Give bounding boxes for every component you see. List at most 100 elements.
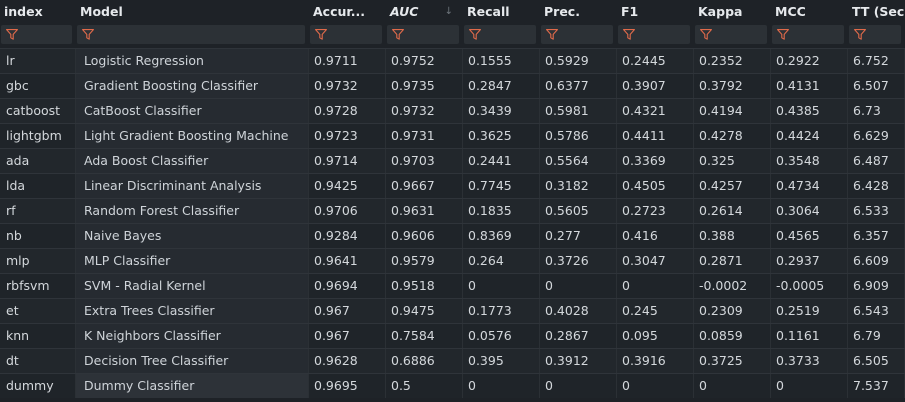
cell-mcc[interactable]: 0.4424 <box>771 124 848 148</box>
column-header-prec[interactable]: Prec. <box>540 0 617 24</box>
cell-model[interactable]: Logistic Regression <box>76 49 309 73</box>
cell-auc[interactable]: 0.9579 <box>386 249 463 273</box>
cell-accuracy[interactable]: 0.967 <box>309 299 386 323</box>
cell-tt[interactable]: 6.629 <box>848 124 905 148</box>
cell-prec[interactable]: 0.277 <box>540 224 617 248</box>
cell-tt[interactable]: 6.505 <box>848 349 905 373</box>
column-header-model[interactable]: Model <box>76 0 309 24</box>
cell-auc[interactable]: 0.9732 <box>386 99 463 123</box>
filter-button-model[interactable] <box>77 25 305 44</box>
cell-f1[interactable]: 0.245 <box>617 299 694 323</box>
cell-accuracy[interactable]: 0.9706 <box>309 199 386 223</box>
cell-kappa[interactable]: 0 <box>694 374 771 398</box>
cell-tt[interactable]: 6.79 <box>848 324 905 348</box>
cell-auc[interactable]: 0.9703 <box>386 149 463 173</box>
cell-accuracy[interactable]: 0.9694 <box>309 274 386 298</box>
cell-tt[interactable]: 6.609 <box>848 249 905 273</box>
cell-accuracy[interactable]: 0.9732 <box>309 74 386 98</box>
cell-mcc[interactable]: 0.3548 <box>771 149 848 173</box>
cell-model[interactable]: Light Gradient Boosting Machine <box>76 124 309 148</box>
cell-index[interactable]: lda <box>0 174 76 198</box>
filter-button-auc[interactable] <box>387 25 459 44</box>
column-header-tt[interactable]: TT (Sec) <box>848 0 905 24</box>
cell-recall[interactable]: 0.7745 <box>463 174 540 198</box>
cell-auc[interactable]: 0.9667 <box>386 174 463 198</box>
cell-model[interactable]: Dummy Classifier <box>76 374 309 398</box>
cell-tt[interactable]: 6.507 <box>848 74 905 98</box>
cell-accuracy[interactable]: 0.9425 <box>309 174 386 198</box>
cell-auc[interactable]: 0.9518 <box>386 274 463 298</box>
cell-f1[interactable]: 0 <box>617 374 694 398</box>
filter-button-accuracy[interactable] <box>310 25 382 44</box>
cell-mcc[interactable]: 0.2922 <box>771 49 848 73</box>
table-row[interactable]: lightgbm Light Gradient Boosting Machine 0… <box>0 123 905 148</box>
cell-accuracy[interactable]: 0.9284 <box>309 224 386 248</box>
filter-button-tt[interactable] <box>849 25 901 44</box>
cell-auc[interactable]: 0.6886 <box>386 349 463 373</box>
cell-index[interactable]: lr <box>0 49 76 73</box>
cell-prec[interactable]: 0.5981 <box>540 99 617 123</box>
cell-f1[interactable]: 0.3907 <box>617 74 694 98</box>
cell-model[interactable]: Linear Discriminant Analysis <box>76 174 309 198</box>
cell-mcc[interactable]: 0.4385 <box>771 99 848 123</box>
cell-recall[interactable]: 0.1773 <box>463 299 540 323</box>
cell-tt[interactable]: 6.909 <box>848 274 905 298</box>
cell-recall[interactable]: 0.395 <box>463 349 540 373</box>
cell-kappa[interactable]: 0.2871 <box>694 249 771 273</box>
cell-f1[interactable]: 0.3369 <box>617 149 694 173</box>
cell-recall[interactable]: 0.3625 <box>463 124 540 148</box>
cell-prec[interactable]: 0.3726 <box>540 249 617 273</box>
table-row[interactable]: et Extra Trees Classifier 0.967 0.9475 0.177… <box>0 298 905 323</box>
cell-prec[interactable]: 0.4028 <box>540 299 617 323</box>
cell-kappa[interactable]: 0.4257 <box>694 174 771 198</box>
cell-index[interactable]: gbc <box>0 74 76 98</box>
cell-index[interactable]: et <box>0 299 76 323</box>
filter-button-kappa[interactable] <box>695 25 767 44</box>
table-row[interactable]: catboost CatBoost Classifier 0.9728 0.9732 0… <box>0 98 905 123</box>
cell-kappa[interactable]: 0.2309 <box>694 299 771 323</box>
cell-auc[interactable]: 0.9752 <box>386 49 463 73</box>
cell-model[interactable]: CatBoost Classifier <box>76 99 309 123</box>
column-header-kappa[interactable]: Kappa <box>694 0 771 24</box>
cell-prec[interactable]: 0.3912 <box>540 349 617 373</box>
cell-kappa[interactable]: -0.0002 <box>694 274 771 298</box>
column-header-accuracy[interactable]: Accur... <box>309 0 386 24</box>
cell-f1[interactable]: 0.3916 <box>617 349 694 373</box>
cell-auc[interactable]: 0.9475 <box>386 299 463 323</box>
cell-recall[interactable]: 0.2441 <box>463 149 540 173</box>
cell-mcc[interactable]: -0.0005 <box>771 274 848 298</box>
cell-auc[interactable]: 0.7584 <box>386 324 463 348</box>
column-header-index[interactable]: index <box>0 0 76 24</box>
table-row[interactable]: nb Naive Bayes 0.9284 0.9606 0.8369 0.277 0.41… <box>0 223 905 248</box>
cell-f1[interactable]: 0.095 <box>617 324 694 348</box>
cell-f1[interactable]: 0.416 <box>617 224 694 248</box>
cell-prec[interactable]: 0.2867 <box>540 324 617 348</box>
cell-prec[interactable]: 0.3182 <box>540 174 617 198</box>
cell-f1[interactable]: 0.2445 <box>617 49 694 73</box>
table-row[interactable]: rf Random Forest Classifier 0.9706 0.9631 0.… <box>0 198 905 223</box>
table-row[interactable]: lr Logistic Regression 0.9711 0.9752 0.1555 0… <box>0 48 905 73</box>
cell-kappa[interactable]: 0.2614 <box>694 199 771 223</box>
cell-model[interactable]: SVM - Radial Kernel <box>76 274 309 298</box>
table-row[interactable]: ada Ada Boost Classifier 0.9714 0.9703 0.244… <box>0 148 905 173</box>
cell-recall[interactable]: 0.2847 <box>463 74 540 98</box>
cell-index[interactable]: rf <box>0 199 76 223</box>
cell-mcc[interactable]: 0.4131 <box>771 74 848 98</box>
cell-auc[interactable]: 0.9731 <box>386 124 463 148</box>
cell-prec[interactable]: 0.5929 <box>540 49 617 73</box>
cell-index[interactable]: nb <box>0 224 76 248</box>
cell-tt[interactable]: 7.537 <box>848 374 905 398</box>
cell-prec[interactable]: 0.5786 <box>540 124 617 148</box>
filter-button-prec[interactable] <box>541 25 613 44</box>
cell-accuracy[interactable]: 0.9711 <box>309 49 386 73</box>
cell-tt[interactable]: 6.752 <box>848 49 905 73</box>
filter-button-index[interactable] <box>1 25 72 44</box>
cell-prec[interactable]: 0 <box>540 274 617 298</box>
cell-index[interactable]: ada <box>0 149 76 173</box>
cell-mcc[interactable]: 0.2519 <box>771 299 848 323</box>
cell-kappa[interactable]: 0.0859 <box>694 324 771 348</box>
cell-kappa[interactable]: 0.388 <box>694 224 771 248</box>
table-row[interactable]: gbc Gradient Boosting Classifier 0.9732 0.9… <box>0 73 905 98</box>
cell-index[interactable]: knn <box>0 324 76 348</box>
cell-kappa[interactable]: 0.3792 <box>694 74 771 98</box>
